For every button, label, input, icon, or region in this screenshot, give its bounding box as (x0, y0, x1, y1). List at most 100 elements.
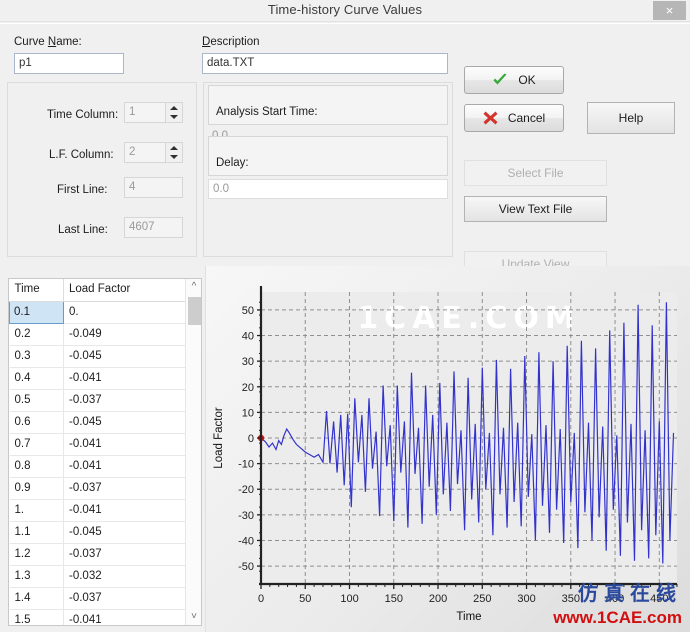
table-row[interactable]: 0.2 -0.049 (9, 323, 186, 346)
help-button[interactable]: Help (587, 102, 675, 134)
lf-column-label: L.F. Column: (49, 149, 114, 161)
cell-time[interactable]: 0.7 (9, 433, 64, 456)
table-row[interactable]: 1. -0.041 (9, 499, 186, 522)
cell-load-factor[interactable]: -0.037 (63, 477, 186, 500)
cell-time[interactable]: 0.9 (9, 477, 64, 500)
cell-load-factor[interactable]: -0.041 (63, 609, 186, 625)
description-input[interactable]: data.TXT (202, 53, 448, 74)
table-row[interactable]: 0.9 -0.037 (9, 477, 186, 500)
delay-label: Delay: (216, 157, 249, 169)
cell-load-factor[interactable]: -0.032 (63, 565, 186, 588)
cell-time[interactable]: 0.5 (9, 389, 64, 412)
first-line-input[interactable]: 4 (124, 177, 183, 198)
y-tick-label: -20 (238, 484, 254, 496)
cell-load-factor[interactable]: -0.041 (63, 455, 186, 478)
table-row[interactable]: 1.4 -0.037 (9, 587, 186, 610)
cell-time[interactable]: 1.3 (9, 565, 64, 588)
watermark-plot: 1CAE.COM (357, 301, 580, 336)
spin-down-icon[interactable] (166, 113, 182, 123)
table-row[interactable]: 1.2 -0.037 (9, 543, 186, 566)
page-title: Time-history Curve Values (267, 2, 423, 17)
table-row[interactable]: 1.3 -0.032 (9, 565, 186, 588)
watermark-url: www.1CAE.com (553, 608, 682, 627)
close-icon[interactable]: × (653, 1, 686, 20)
time-column-stepper[interactable]: 1 (124, 102, 183, 123)
cell-load-factor[interactable]: -0.037 (63, 389, 186, 412)
spin-up-icon[interactable] (166, 103, 182, 113)
cell-load-factor[interactable]: -0.037 (63, 543, 186, 566)
scrollbar-thumb[interactable] (188, 297, 201, 325)
cell-time[interactable]: 0.2 (9, 323, 64, 346)
cell-load-factor[interactable]: -0.045 (63, 521, 186, 544)
table-row[interactable]: 0.1 0. (9, 300, 186, 324)
table-row[interactable]: 1.1 -0.045 (9, 521, 186, 544)
column-header-load-factor[interactable]: Load Factor (63, 279, 186, 302)
y-tick-label: 20 (242, 382, 254, 394)
cell-time[interactable]: 1. (9, 499, 64, 522)
cell-load-factor[interactable]: 0. (63, 301, 186, 324)
y-tick-label: -30 (238, 510, 254, 522)
cell-time[interactable]: 1.2 (9, 543, 64, 566)
x-tick-label: 50 (299, 593, 311, 605)
delay-input[interactable]: 0.0 (208, 179, 448, 199)
cross-icon (483, 111, 498, 125)
table-row[interactable]: 0.6 -0.045 (9, 411, 186, 434)
cell-load-factor[interactable]: -0.049 (63, 323, 186, 346)
cell-load-factor[interactable]: -0.045 (63, 411, 186, 434)
watermark-chinese: 仿真在线 (578, 581, 682, 605)
y-tick-label: -40 (238, 535, 254, 547)
view-text-file-button-label: View Text File (498, 202, 573, 216)
last-line-label: Last Line: (58, 224, 108, 236)
check-icon (492, 73, 508, 87)
analysis-start-time-box (208, 85, 448, 125)
cell-time[interactable]: 0.8 (9, 455, 64, 478)
y-tick-label: -10 (238, 459, 254, 471)
cell-load-factor[interactable]: -0.041 (63, 499, 186, 522)
last-line-input[interactable]: 4607 (124, 217, 183, 238)
table-row[interactable]: 0.7 -0.041 (9, 433, 186, 456)
ok-button[interactable]: OK (464, 66, 564, 94)
table-row[interactable]: 0.4 -0.041 (9, 367, 186, 390)
x-axis-label: Time (456, 611, 481, 623)
time-history-curve-values-dialog: Time-history Curve Values × Curve Name: … (0, 0, 690, 632)
curve-name-input[interactable]: p1 (14, 53, 124, 74)
cell-load-factor[interactable]: -0.041 (63, 367, 186, 390)
spin-down-icon[interactable] (166, 153, 182, 163)
cell-time[interactable]: 0.6 (9, 411, 64, 434)
select-file-button-label: Select File (507, 166, 564, 180)
time-history-chart: 1CAE.COM -50 -40 -30 -20 -10 0 10 20 30 40 50 0 50 100… (205, 266, 690, 632)
column-header-time[interactable]: Time (9, 279, 64, 302)
lf-column-value[interactable]: 2 (125, 143, 165, 162)
x-tick-label: 300 (517, 593, 535, 605)
table-row[interactable]: 0.5 -0.037 (9, 389, 186, 412)
lf-column-stepper[interactable]: 2 (124, 142, 183, 163)
cell-load-factor[interactable]: -0.045 (63, 345, 186, 368)
cell-load-factor[interactable]: -0.037 (63, 587, 186, 610)
cell-time[interactable]: 1.4 (9, 587, 64, 610)
y-tick-label: -50 (238, 561, 254, 573)
spin-up-icon[interactable] (166, 143, 182, 153)
scroll-up-icon[interactable]: ^ (186, 279, 201, 295)
lf-column-spin-buttons[interactable] (165, 143, 182, 162)
table-row[interactable]: 0.8 -0.041 (9, 455, 186, 478)
x-tick-label: 0 (258, 593, 264, 605)
cell-time[interactable]: 1.1 (9, 521, 64, 544)
cell-time[interactable]: 1.5 (9, 609, 64, 625)
view-text-file-button[interactable]: View Text File (464, 196, 607, 222)
x-tick-label: 200 (429, 593, 447, 605)
cell-load-factor[interactable]: -0.041 (63, 433, 186, 456)
y-axis-label: Load Factor (213, 407, 225, 469)
table-row[interactable]: 0.3 -0.045 (9, 345, 186, 368)
y-tick-label: 0 (248, 433, 254, 445)
scroll-down-icon[interactable]: ˅ (186, 609, 201, 625)
cell-time[interactable]: 0.1 (9, 300, 64, 324)
table-row[interactable]: 1.5 -0.041 (9, 609, 186, 625)
time-column-spin-buttons[interactable] (165, 103, 182, 122)
cancel-button[interactable]: Cancel (464, 104, 564, 132)
table-vertical-scrollbar[interactable]: ^ ˅ (185, 279, 201, 625)
description-label: Description (202, 36, 260, 48)
cell-time[interactable]: 0.3 (9, 345, 64, 368)
curve-values-table: Time Load Factor 0.1 0. 0.2 -0.049 0.3 -0.045… (9, 279, 186, 625)
cell-time[interactable]: 0.4 (9, 367, 64, 390)
time-column-value[interactable]: 1 (125, 103, 165, 122)
